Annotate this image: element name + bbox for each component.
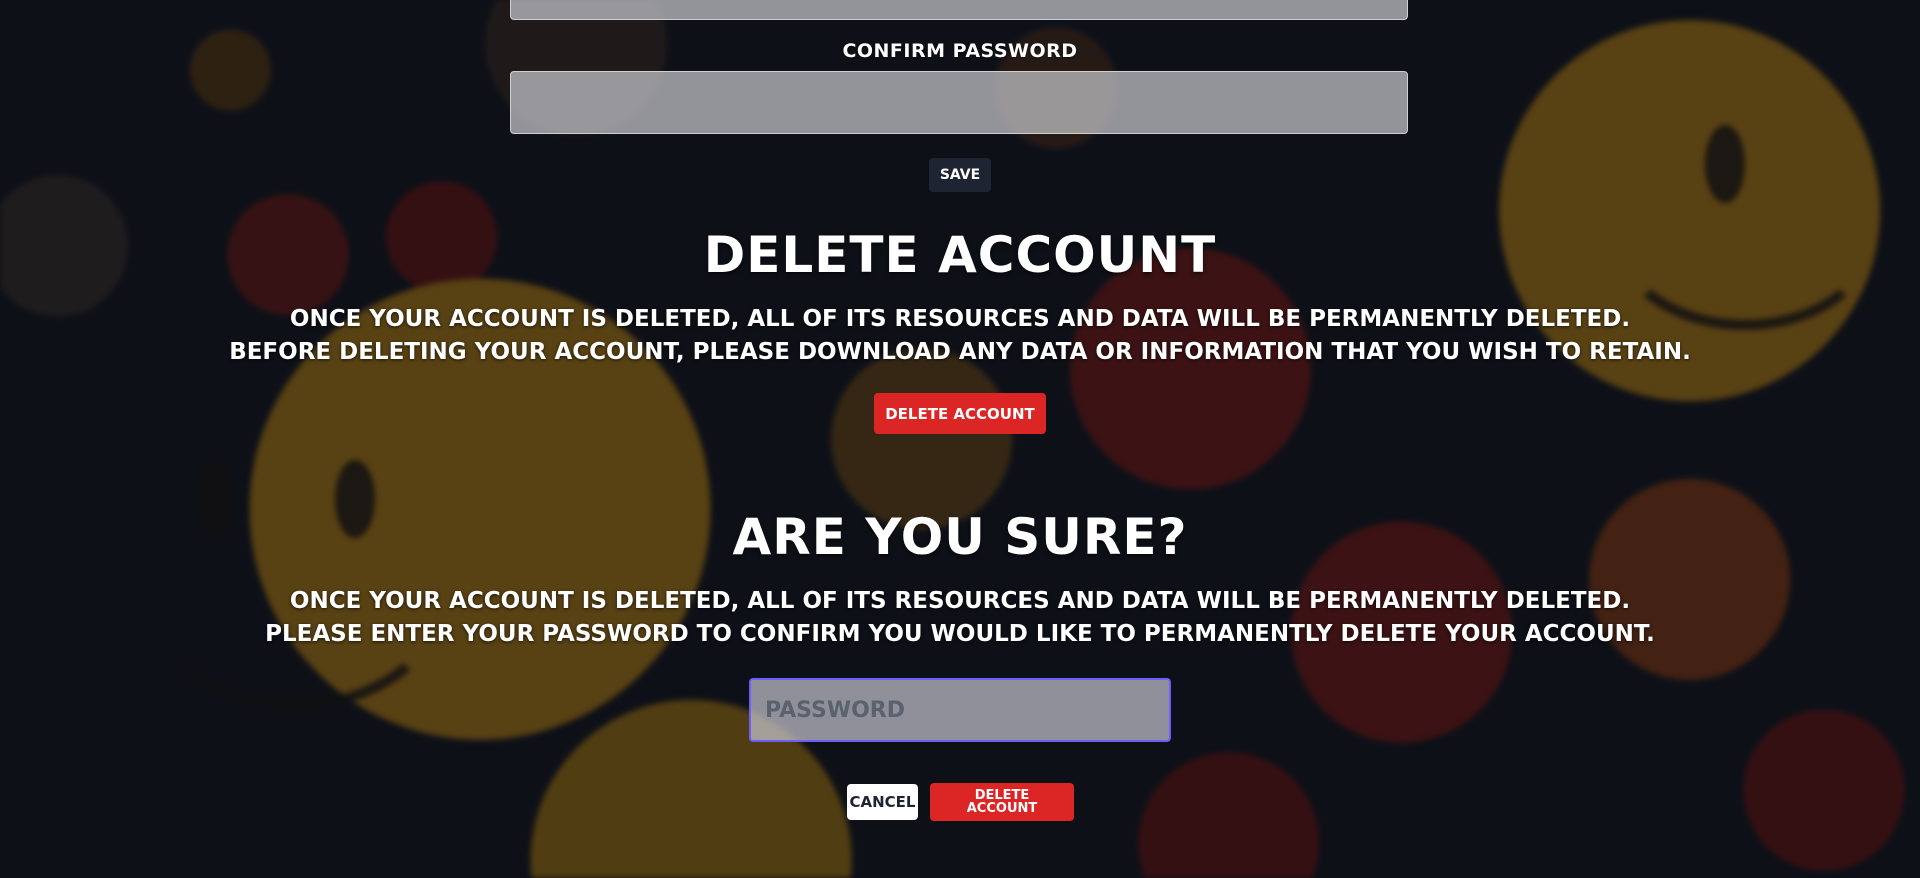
confirm-dialog-description-line2: PLEASE ENTER YOUR PASSWORD TO CONFIRM YO…: [265, 621, 1655, 647]
password-input[interactable]: [749, 678, 1171, 742]
delete-account-description-line2: BEFORE DELETING YOUR ACCOUNT, PLEASE DOW…: [229, 339, 1691, 365]
delete-account-description: ONCE YOUR ACCOUNT IS DELETED, ALL OF ITS…: [0, 303, 1920, 369]
delete-account-button[interactable]: DELETE ACCOUNT: [874, 393, 1046, 434]
confirm-password-field[interactable]: [510, 71, 1408, 134]
delete-account-description-line1: ONCE YOUR ACCOUNT IS DELETED, ALL OF ITS…: [289, 306, 1631, 332]
confirm-dialog-description-line1: ONCE YOUR ACCOUNT IS DELETED, ALL OF ITS…: [289, 588, 1631, 614]
confirm-password-label: CONFIRM PASSWORD: [842, 40, 1078, 62]
save-button[interactable]: SAVE: [929, 158, 991, 192]
confirm-dialog-description: ONCE YOUR ACCOUNT IS DELETED, ALL OF ITS…: [0, 585, 1920, 651]
account-settings: CONFIRM PASSWORD SAVE DELETE ACCOUNT ONC…: [0, 0, 1920, 878]
new-password-field[interactable]: [510, 0, 1408, 20]
confirm-dialog-title: ARE YOU SURE?: [732, 508, 1188, 566]
confirm-delete-account-button[interactable]: DELETE ACCOUNT: [930, 783, 1074, 821]
cancel-button[interactable]: CANCEL: [847, 784, 918, 820]
delete-account-title: DELETE ACCOUNT: [703, 226, 1217, 284]
